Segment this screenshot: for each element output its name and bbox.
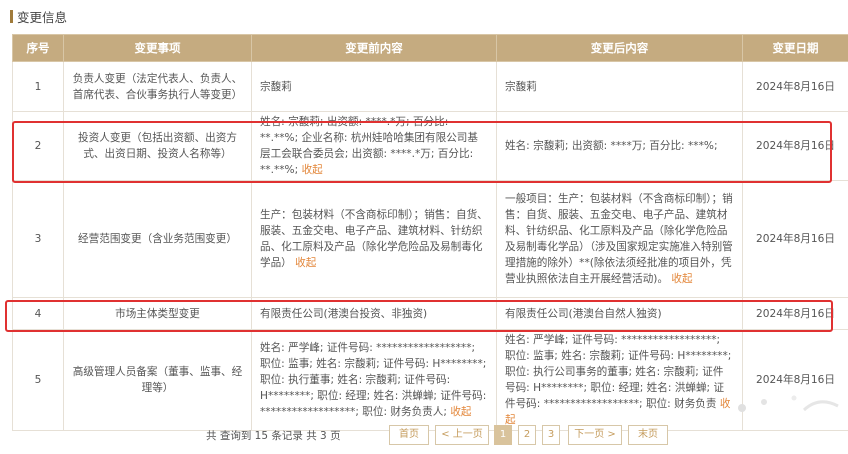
cell-item: 高级管理人员备案（董事、监事、经理等）	[63, 329, 252, 431]
cell-date: 2024年8月16日	[742, 111, 848, 181]
cell-item: 负责人变更（法定代表人、负责人、首席代表、合伙事务执行人等变更）	[63, 61, 252, 112]
header-date: 变更日期	[742, 34, 848, 62]
table-row: 4 市场主体类型变更 有限责任公司(港澳台投资、非独资) 有限责任公司(港澳台自…	[12, 297, 848, 330]
cell-after: 一般项目：生产：包装材料（不含商标印制）；销售：自货、服装、五金交电、电子产品、…	[496, 180, 743, 298]
header-item: 变更事项	[63, 34, 252, 62]
last-page-button[interactable]: 末页	[628, 425, 668, 445]
table-header-row: 序号 变更事项 变更前内容 变更后内容 变更日期	[12, 34, 848, 62]
cell-before: 有限责任公司(港澳台投资、非独资)	[251, 297, 497, 330]
next-page-button[interactable]: 下一页 >	[568, 425, 622, 445]
section-title: 变更信息	[17, 9, 68, 25]
table-row: 5 高级管理人员备案（董事、监事、经理等） 姓名: 严学峰; 证件号码: ***…	[12, 329, 848, 431]
cell-date: 2024年8月16日	[742, 61, 848, 112]
change-table-wrapper: 序号 变更事项 变更前内容 变更后内容 变更日期 1 负责人变更（法定代表人、负…	[12, 34, 848, 431]
cell-before-text: 姓名: 宗馥莉; 出资额: ****.*万; 百分比: **.**%; 企业名称…	[260, 116, 478, 176]
collapse-link[interactable]: 收起	[450, 406, 471, 418]
page-button-1[interactable]: 1	[494, 425, 512, 445]
cell-after-text: 一般项目：生产：包装材料（不含商标印制）；销售：自货、服装、五金交电、电子产品、…	[505, 193, 733, 285]
cell-after-text: 姓名: 严学峰; 证件号码: ******************; 职位: 监…	[505, 334, 732, 410]
cell-item: 市场主体类型变更	[63, 297, 252, 330]
change-table: 序号 变更事项 变更前内容 变更后内容 变更日期 1 负责人变更（法定代表人、负…	[12, 34, 848, 431]
cell-after-text: 宗馥莉	[505, 80, 537, 93]
cell-num: 3	[12, 180, 64, 298]
header-before: 变更前内容	[251, 34, 497, 62]
table-row: 1 负责人变更（法定代表人、负责人、首席代表、合伙事务执行人等变更） 宗馥莉 宗…	[12, 61, 848, 112]
record-summary: 共 查询到 15 条记录 共 3 页	[206, 430, 341, 442]
cell-after: 姓名: 宗馥莉; 出资额: ****万; 百分比: ***%;	[496, 111, 743, 181]
table-row: 3 经营范围变更（含业务范围变更） 生产：包装材料（不含商标印制）；销售：自货、…	[12, 180, 848, 298]
cell-date: 2024年8月16日	[742, 180, 848, 298]
header-after: 变更后内容	[496, 34, 743, 62]
cell-after-text: 有限责任公司(港澳台自然人独资)	[505, 307, 662, 320]
cell-num: 5	[12, 329, 64, 431]
cell-item: 投资人变更（包括出资额、出资方式、出资日期、投资人名称等）	[63, 111, 252, 181]
first-page-button[interactable]: 首页	[389, 425, 429, 445]
page-button-2[interactable]: 2	[518, 425, 536, 445]
collapse-link[interactable]: 收起	[302, 164, 323, 176]
cell-before-text: 有限责任公司(港澳台投资、非独资)	[260, 307, 428, 320]
section-header: 变更信息	[10, 6, 67, 26]
cell-date: 2024年8月16日	[742, 297, 848, 330]
cell-before: 姓名: 严学峰; 证件号码: ******************; 职位: 监…	[251, 329, 497, 431]
prev-page-button[interactable]: < 上一页	[435, 425, 489, 445]
collapse-link[interactable]: 收起	[671, 273, 692, 285]
cell-after: 姓名: 严学峰; 证件号码: ******************; 职位: 监…	[496, 329, 743, 431]
cell-num: 1	[12, 61, 64, 112]
cell-before: 姓名: 宗馥莉; 出资额: ****.*万; 百分比: **.**%; 企业名称…	[251, 111, 497, 181]
cell-num: 4	[12, 297, 64, 330]
cell-after-text: 姓名: 宗馥莉; 出资额: ****万; 百分比: ***%;	[505, 140, 718, 152]
collapse-link[interactable]: 收起	[295, 257, 316, 269]
watermark-icon	[738, 395, 839, 412]
cell-before: 生产：包装材料（不含商标印制）；销售：自货、服装、五金交电、电子产品、建筑材料、…	[251, 180, 497, 298]
page-button-3[interactable]: 3	[542, 425, 560, 445]
cell-num: 2	[12, 111, 64, 181]
section-marker	[10, 9, 13, 23]
cell-after: 宗馥莉	[496, 61, 743, 112]
header-num: 序号	[12, 34, 64, 62]
cell-before: 宗馥莉	[251, 61, 497, 112]
cell-item: 经营范围变更（含业务范围变更）	[63, 180, 252, 298]
cell-after: 有限责任公司(港澳台自然人独资)	[496, 297, 743, 330]
cell-before-text: 宗馥莉	[260, 80, 292, 93]
table-row: 2 投资人变更（包括出资额、出资方式、出资日期、投资人名称等） 姓名: 宗馥莉;…	[12, 111, 848, 181]
